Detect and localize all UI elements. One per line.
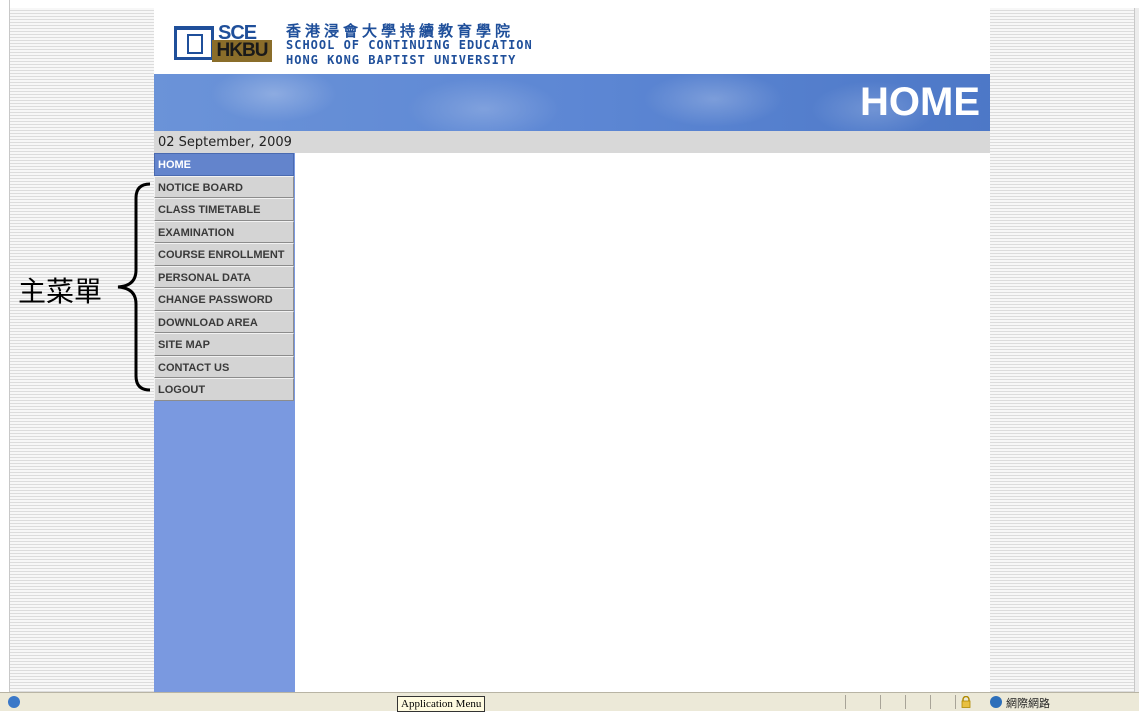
status-divider bbox=[845, 695, 846, 709]
internet-zone-icon bbox=[990, 696, 1002, 708]
menu-item-personal-data[interactable]: PERSONAL DATA bbox=[154, 265, 294, 288]
status-divider bbox=[905, 695, 906, 709]
status-divider bbox=[955, 695, 956, 709]
menu-item-course-enrollment[interactable]: COURSE ENROLLMENT bbox=[154, 243, 294, 266]
page-banner: HOME bbox=[154, 74, 990, 131]
right-page-margin bbox=[990, 8, 1134, 692]
logo-hkbu-text: HKBU bbox=[212, 40, 272, 62]
menu-item-contact-us[interactable]: CONTACT US bbox=[154, 355, 294, 378]
curly-brace-icon bbox=[117, 182, 151, 392]
menu-item-class-timetable[interactable]: CLASS TIMETABLE bbox=[154, 198, 294, 221]
page-title: HOME bbox=[860, 80, 980, 124]
menu-item-notice-board[interactable]: NOTICE BOARD bbox=[154, 175, 294, 198]
annotation-label: 主菜單 bbox=[18, 275, 103, 308]
date-bar: 02 September, 2009 bbox=[154, 131, 990, 153]
school-name-english-line2: HONG KONG BAPTIST UNIVERSITY bbox=[286, 53, 517, 67]
status-bar: Application Menu 網際網路 bbox=[0, 692, 1139, 712]
menu-item-examination[interactable]: EXAMINATION bbox=[154, 220, 294, 243]
menu-item-site-map[interactable]: SITE MAP bbox=[154, 333, 294, 356]
window-left-edge bbox=[0, 0, 10, 692]
current-date: 02 September, 2009 bbox=[158, 135, 292, 150]
status-divider bbox=[930, 695, 931, 709]
site-header: SCE HKBU 香港浸會大學持續教育學院 SCHOOL OF CONTINUI… bbox=[154, 8, 990, 74]
menu-item-change-password[interactable]: CHANGE PASSWORD bbox=[154, 288, 294, 311]
status-divider bbox=[880, 695, 881, 709]
menu-item-download-area[interactable]: DOWNLOAD AREA bbox=[154, 310, 294, 333]
main-menu: HOME NOTICE BOARD CLASS TIMETABLE EXAMIN… bbox=[154, 153, 295, 692]
security-zone-text: 網際網路 bbox=[1006, 697, 1050, 710]
vertical-scrollbar[interactable] bbox=[1134, 8, 1139, 692]
main-content bbox=[295, 153, 990, 692]
lock-icon bbox=[961, 696, 971, 708]
page-status-icon bbox=[8, 696, 20, 708]
menu-item-home[interactable]: HOME bbox=[154, 153, 294, 176]
menu-item-logout[interactable]: LOGOUT bbox=[154, 378, 294, 401]
school-name-english-line1: SCHOOL OF CONTINUING EDUCATION bbox=[286, 38, 533, 52]
